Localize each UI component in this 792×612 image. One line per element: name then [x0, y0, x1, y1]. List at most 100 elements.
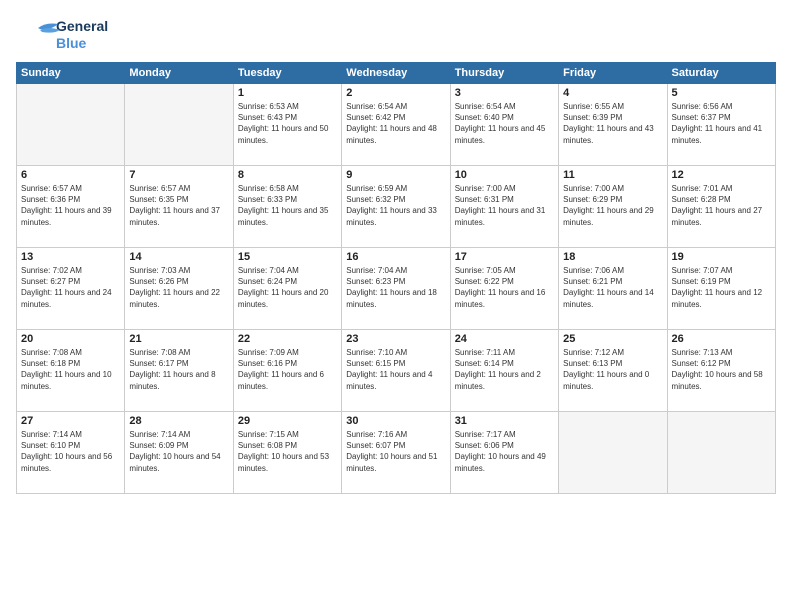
sunset: Sunset: 6:39 PM	[563, 112, 662, 123]
calendar-cell: 7 Sunrise: 6:57 AM Sunset: 6:35 PM Dayli…	[125, 166, 233, 248]
calendar-cell: 28 Sunrise: 7:14 AM Sunset: 6:09 PM Dayl…	[125, 412, 233, 494]
sunset: Sunset: 6:21 PM	[563, 276, 662, 287]
calendar-cell: 10 Sunrise: 7:00 AM Sunset: 6:31 PM Dayl…	[450, 166, 558, 248]
calendar-cell: 15 Sunrise: 7:04 AM Sunset: 6:24 PM Dayl…	[233, 248, 341, 330]
day-info: Sunrise: 7:14 AM Sunset: 6:10 PM Dayligh…	[21, 429, 120, 474]
day-info: Sunrise: 7:14 AM Sunset: 6:09 PM Dayligh…	[129, 429, 228, 474]
sunrise: Sunrise: 7:12 AM	[563, 347, 662, 358]
sunset: Sunset: 6:14 PM	[455, 358, 554, 369]
sunset: Sunset: 6:36 PM	[21, 194, 120, 205]
sunrise: Sunrise: 7:14 AM	[21, 429, 120, 440]
calendar-cell: 9 Sunrise: 6:59 AM Sunset: 6:32 PM Dayli…	[342, 166, 450, 248]
day-number: 28	[129, 415, 228, 427]
sunrise: Sunrise: 6:56 AM	[672, 101, 771, 112]
calendar-cell: 22 Sunrise: 7:09 AM Sunset: 6:16 PM Dayl…	[233, 330, 341, 412]
sunrise: Sunrise: 6:57 AM	[129, 183, 228, 194]
daylight: Daylight: 11 hours and 37 minutes.	[129, 205, 228, 227]
day-number: 21	[129, 333, 228, 345]
daylight: Daylight: 11 hours and 29 minutes.	[563, 205, 662, 227]
calendar-cell: 17 Sunrise: 7:05 AM Sunset: 6:22 PM Dayl…	[450, 248, 558, 330]
calendar-cell: 16 Sunrise: 7:04 AM Sunset: 6:23 PM Dayl…	[342, 248, 450, 330]
calendar-cell	[667, 412, 775, 494]
calendar-cell	[17, 84, 125, 166]
day-info: Sunrise: 7:07 AM Sunset: 6:19 PM Dayligh…	[672, 265, 771, 310]
sunset: Sunset: 6:24 PM	[238, 276, 337, 287]
day-info: Sunrise: 7:02 AM Sunset: 6:27 PM Dayligh…	[21, 265, 120, 310]
sunset: Sunset: 6:28 PM	[672, 194, 771, 205]
calendar-cell: 18 Sunrise: 7:06 AM Sunset: 6:21 PM Dayl…	[559, 248, 667, 330]
day-number: 29	[238, 415, 337, 427]
day-info: Sunrise: 7:15 AM Sunset: 6:08 PM Dayligh…	[238, 429, 337, 474]
calendar-cell: 27 Sunrise: 7:14 AM Sunset: 6:10 PM Dayl…	[17, 412, 125, 494]
day-info: Sunrise: 6:58 AM Sunset: 6:33 PM Dayligh…	[238, 183, 337, 228]
day-info: Sunrise: 6:56 AM Sunset: 6:37 PM Dayligh…	[672, 101, 771, 146]
calendar-cell: 8 Sunrise: 6:58 AM Sunset: 6:33 PM Dayli…	[233, 166, 341, 248]
calendar-cell: 13 Sunrise: 7:02 AM Sunset: 6:27 PM Dayl…	[17, 248, 125, 330]
day-number: 8	[238, 169, 337, 181]
day-number: 22	[238, 333, 337, 345]
sunset: Sunset: 6:15 PM	[346, 358, 445, 369]
day-number: 18	[563, 251, 662, 263]
calendar-cell: 20 Sunrise: 7:08 AM Sunset: 6:18 PM Dayl…	[17, 330, 125, 412]
calendar-week-4: 20 Sunrise: 7:08 AM Sunset: 6:18 PM Dayl…	[17, 330, 776, 412]
day-number: 5	[672, 87, 771, 99]
sunset: Sunset: 6:27 PM	[21, 276, 120, 287]
sunrise: Sunrise: 6:54 AM	[346, 101, 445, 112]
sunset: Sunset: 6:09 PM	[129, 440, 228, 451]
sunrise: Sunrise: 7:10 AM	[346, 347, 445, 358]
daylight: Daylight: 11 hours and 43 minutes.	[563, 123, 662, 145]
daylight: Daylight: 11 hours and 24 minutes.	[21, 287, 120, 309]
sunrise: Sunrise: 7:03 AM	[129, 265, 228, 276]
calendar-table: SundayMondayTuesdayWednesdayThursdayFrid…	[16, 62, 776, 494]
sunset: Sunset: 6:31 PM	[455, 194, 554, 205]
calendar-cell: 31 Sunrise: 7:17 AM Sunset: 6:06 PM Dayl…	[450, 412, 558, 494]
day-info: Sunrise: 7:09 AM Sunset: 6:16 PM Dayligh…	[238, 347, 337, 392]
day-info: Sunrise: 7:08 AM Sunset: 6:17 PM Dayligh…	[129, 347, 228, 392]
weekday-header-thursday: Thursday	[450, 63, 558, 84]
day-info: Sunrise: 7:08 AM Sunset: 6:18 PM Dayligh…	[21, 347, 120, 392]
calendar-cell: 2 Sunrise: 6:54 AM Sunset: 6:42 PM Dayli…	[342, 84, 450, 166]
daylight: Daylight: 11 hours and 20 minutes.	[238, 287, 337, 309]
weekday-header-tuesday: Tuesday	[233, 63, 341, 84]
day-info: Sunrise: 7:17 AM Sunset: 6:06 PM Dayligh…	[455, 429, 554, 474]
sunset: Sunset: 6:19 PM	[672, 276, 771, 287]
day-number: 26	[672, 333, 771, 345]
sunrise: Sunrise: 7:13 AM	[672, 347, 771, 358]
sunset: Sunset: 6:06 PM	[455, 440, 554, 451]
calendar-week-3: 13 Sunrise: 7:02 AM Sunset: 6:27 PM Dayl…	[17, 248, 776, 330]
sunset: Sunset: 6:13 PM	[563, 358, 662, 369]
daylight: Daylight: 11 hours and 4 minutes.	[346, 369, 445, 391]
sunrise: Sunrise: 7:06 AM	[563, 265, 662, 276]
calendar-week-2: 6 Sunrise: 6:57 AM Sunset: 6:36 PM Dayli…	[17, 166, 776, 248]
calendar-cell: 30 Sunrise: 7:16 AM Sunset: 6:07 PM Dayl…	[342, 412, 450, 494]
daylight: Daylight: 11 hours and 2 minutes.	[455, 369, 554, 391]
day-number: 12	[672, 169, 771, 181]
calendar-week-5: 27 Sunrise: 7:14 AM Sunset: 6:10 PM Dayl…	[17, 412, 776, 494]
daylight: Daylight: 11 hours and 14 minutes.	[563, 287, 662, 309]
day-info: Sunrise: 6:59 AM Sunset: 6:32 PM Dayligh…	[346, 183, 445, 228]
daylight: Daylight: 11 hours and 35 minutes.	[238, 205, 337, 227]
calendar-cell: 29 Sunrise: 7:15 AM Sunset: 6:08 PM Dayl…	[233, 412, 341, 494]
sunrise: Sunrise: 7:08 AM	[129, 347, 228, 358]
day-number: 30	[346, 415, 445, 427]
weekday-header-wednesday: Wednesday	[342, 63, 450, 84]
daylight: Daylight: 11 hours and 33 minutes.	[346, 205, 445, 227]
day-number: 6	[21, 169, 120, 181]
calendar-cell: 5 Sunrise: 6:56 AM Sunset: 6:37 PM Dayli…	[667, 84, 775, 166]
day-info: Sunrise: 7:11 AM Sunset: 6:14 PM Dayligh…	[455, 347, 554, 392]
sunrise: Sunrise: 7:05 AM	[455, 265, 554, 276]
day-number: 13	[21, 251, 120, 263]
daylight: Daylight: 11 hours and 27 minutes.	[672, 205, 771, 227]
daylight: Daylight: 11 hours and 16 minutes.	[455, 287, 554, 309]
day-info: Sunrise: 7:00 AM Sunset: 6:31 PM Dayligh…	[455, 183, 554, 228]
sunset: Sunset: 6:33 PM	[238, 194, 337, 205]
day-number: 9	[346, 169, 445, 181]
day-number: 25	[563, 333, 662, 345]
daylight: Daylight: 10 hours and 54 minutes.	[129, 451, 228, 473]
day-info: Sunrise: 7:16 AM Sunset: 6:07 PM Dayligh…	[346, 429, 445, 474]
day-info: Sunrise: 7:12 AM Sunset: 6:13 PM Dayligh…	[563, 347, 662, 392]
daylight: Daylight: 11 hours and 45 minutes.	[455, 123, 554, 145]
calendar-cell: 14 Sunrise: 7:03 AM Sunset: 6:26 PM Dayl…	[125, 248, 233, 330]
sunrise: Sunrise: 7:14 AM	[129, 429, 228, 440]
daylight: Daylight: 11 hours and 6 minutes.	[238, 369, 337, 391]
